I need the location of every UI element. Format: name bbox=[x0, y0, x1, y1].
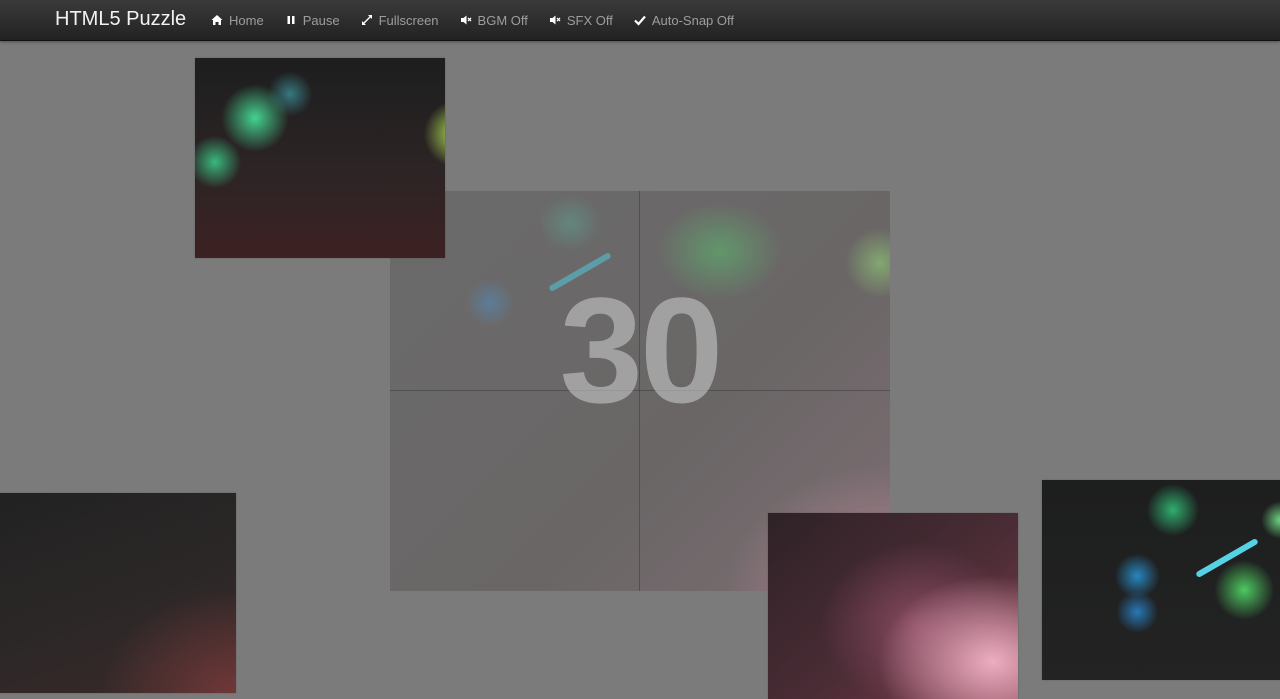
app-title[interactable]: HTML5 Puzzle bbox=[55, 8, 186, 30]
nav-bgm-label: BGM Off bbox=[477, 12, 528, 28]
checkmark-icon bbox=[633, 13, 647, 27]
home-icon bbox=[210, 13, 224, 27]
nav-home-label: Home bbox=[229, 12, 264, 28]
puzzle-piece[interactable] bbox=[0, 493, 236, 693]
nav-sfx-toggle[interactable]: SFX Off bbox=[548, 13, 613, 28]
nav-fullscreen-button[interactable]: Fullscreen bbox=[360, 13, 439, 28]
navbar: HTML5 Puzzle Home Pause Fullscreen BGM O… bbox=[0, 0, 1280, 41]
nav-home-button[interactable]: Home bbox=[210, 13, 264, 28]
volume-off-icon bbox=[548, 13, 562, 27]
pause-icon bbox=[284, 13, 298, 27]
puzzle-piece[interactable] bbox=[768, 513, 1018, 699]
nav-autosnap-label: Auto-Snap Off bbox=[651, 12, 735, 28]
piece-light-streak bbox=[1195, 537, 1259, 579]
nav-autosnap-toggle[interactable]: Auto-Snap Off bbox=[633, 13, 734, 28]
volume-off-icon bbox=[459, 13, 473, 27]
nav-menu: Home Pause Fullscreen BGM Off SFX Off Au… bbox=[210, 0, 754, 40]
nav-pause-button[interactable]: Pause bbox=[284, 13, 340, 28]
nav-sfx-label: SFX Off bbox=[566, 12, 613, 28]
nav-pause-label: Pause bbox=[302, 12, 340, 28]
nav-bgm-toggle[interactable]: BGM Off bbox=[459, 13, 528, 28]
puzzle-piece[interactable] bbox=[195, 58, 445, 258]
puzzle-piece[interactable] bbox=[1042, 480, 1280, 680]
nav-fullscreen-label: Fullscreen bbox=[378, 12, 439, 28]
countdown-timer: 30 bbox=[559, 266, 724, 434]
fullscreen-icon bbox=[360, 13, 374, 27]
